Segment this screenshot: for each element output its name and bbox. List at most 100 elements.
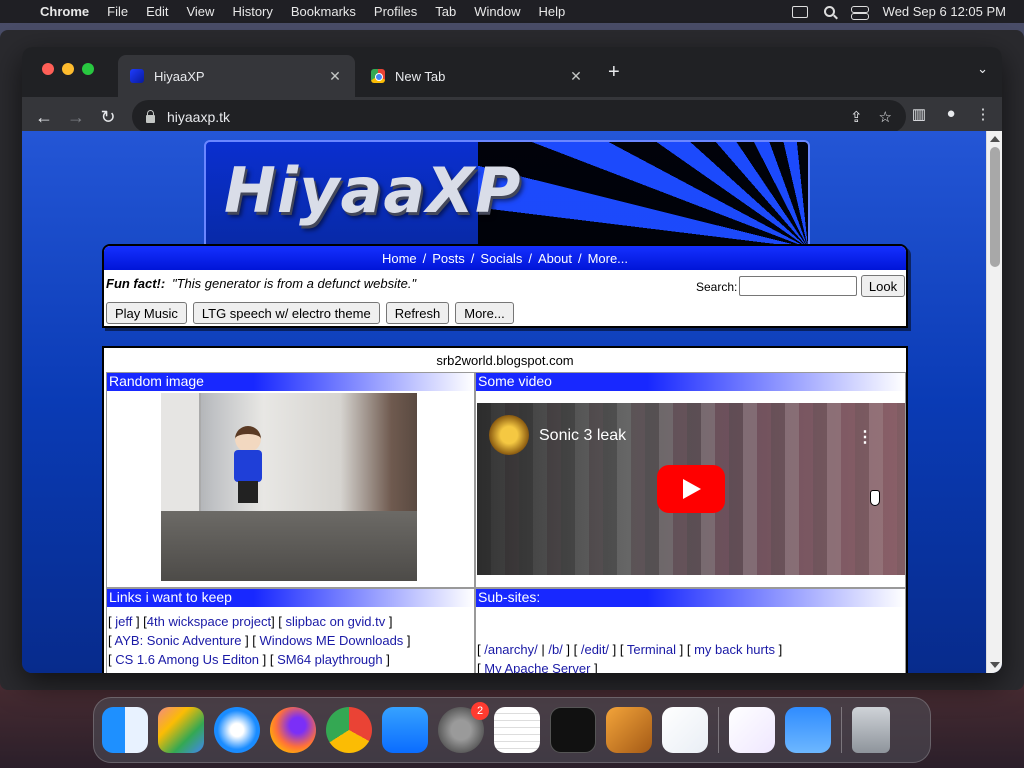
channel-avatar[interactable] [489, 415, 529, 455]
back-arrow-icon[interactable]: ← [28, 107, 60, 128]
search-input[interactable] [739, 276, 857, 296]
app-store-icon[interactable] [382, 707, 428, 753]
menu-tab[interactable]: Tab [435, 4, 456, 19]
link-sm64[interactable]: SM64 playthrough [277, 652, 383, 667]
control-center-icon[interactable] [850, 5, 869, 20]
video-header: Some video [476, 373, 905, 391]
chrome-favicon-icon [371, 69, 385, 83]
web-viewport: HiyaaXP Home / Posts / Socials / About / Mor… [22, 131, 1002, 673]
scroll-down-arrow-icon[interactable] [990, 662, 1000, 668]
subsite-edit[interactable]: /edit/ [581, 642, 609, 657]
subsites-header: Sub-sites: [476, 589, 905, 607]
close-tab-icon[interactable]: ✕ [568, 68, 584, 85]
garageband-icon[interactable] [606, 707, 652, 753]
video-menu-icon[interactable]: ⋮ [857, 427, 873, 447]
side-panel-icon[interactable]: ▥ [910, 105, 928, 123]
hand-cursor-icon [870, 490, 880, 506]
link-jeff[interactable]: jeff [115, 614, 132, 629]
page-scrollbar[interactable] [986, 131, 1002, 673]
forward-arrow-icon[interactable]: → [60, 107, 92, 128]
settings-badge: 2 [471, 702, 489, 720]
subsite-b[interactable]: /b/ [548, 642, 562, 657]
more-button[interactable]: More... [455, 302, 514, 324]
minimize-window-button[interactable] [62, 63, 74, 75]
visual-studio-icon[interactable] [729, 707, 775, 753]
menu-bookmarks[interactable]: Bookmarks [291, 4, 356, 19]
fullscreen-window-button[interactable] [82, 63, 94, 75]
menu-profiles[interactable]: Profiles [374, 4, 417, 19]
menu-window[interactable]: Window [474, 4, 520, 19]
link-wickspace[interactable]: 4th wickspace project [147, 614, 271, 629]
tab-new-tab[interactable]: New Tab ✕ [359, 55, 596, 97]
play-music-button[interactable]: Play Music [106, 302, 187, 324]
address-bar[interactable]: hiyaaxp.tk ⇪ ☆ [132, 100, 906, 133]
fun-fact-text: "This generator is from a defunct websit… [172, 276, 417, 291]
screen-mirroring-icon[interactable] [791, 5, 808, 18]
system-settings-icon[interactable]: 2 [438, 702, 489, 753]
floor [161, 511, 417, 581]
subsite-anarchy[interactable]: /anarchy/ [484, 642, 537, 657]
menu-view[interactable]: View [186, 4, 214, 19]
trash-icon[interactable] [852, 707, 890, 753]
subsite-apache[interactable]: My Apache Server [484, 661, 590, 673]
terminal-icon[interactable] [550, 707, 596, 753]
menu-edit[interactable]: Edit [146, 4, 168, 19]
chrome-icon[interactable] [326, 707, 372, 753]
scroll-thumb[interactable] [990, 147, 1000, 267]
profile-icon[interactable]: ● [942, 105, 960, 123]
new-tab-plus-icon[interactable]: + [608, 61, 620, 84]
lock-icon[interactable] [146, 109, 155, 123]
close-tab-icon[interactable]: ✕ [327, 68, 343, 85]
site-title: srb2world.blogspot.com [436, 353, 574, 368]
menu-file[interactable]: File [107, 4, 128, 19]
bookmark-star-icon[interactable]: ☆ [879, 108, 892, 126]
link-ayb-sonic[interactable]: AYB: Sonic Adventure [115, 633, 242, 648]
reload-icon[interactable]: ↻ [92, 107, 124, 128]
firefox-icon[interactable] [270, 707, 316, 753]
links-header: Links i want to keep [107, 589, 474, 607]
textedit-icon[interactable] [494, 707, 540, 753]
link-cs16[interactable]: CS 1.6 Among Us Editon [115, 652, 259, 667]
chrome-window: HiyaaXP ✕ New Tab ✕ + ⌄ ← → ↻ hiyaaxp.tk… [22, 47, 1002, 673]
kebab-menu-icon[interactable]: ⋮ [974, 105, 992, 123]
nav-socials[interactable]: Socials [480, 251, 522, 266]
link-windows-me[interactable]: Windows ME Downloads [260, 633, 404, 648]
link-slipbac[interactable]: slipbac on gvid.tv [286, 614, 386, 629]
refresh-button[interactable]: Refresh [385, 302, 450, 324]
vscode-icon[interactable] [662, 707, 708, 753]
subsite-terminal[interactable]: Terminal [627, 642, 676, 657]
youtube-embed[interactable]: Sonic 3 leak ⋮ [477, 403, 905, 575]
share-icon[interactable]: ⇪ [850, 108, 863, 126]
look-button[interactable]: Look [861, 275, 905, 297]
menu-history[interactable]: History [232, 4, 272, 19]
video-title[interactable]: Sonic 3 leak [539, 427, 626, 445]
menubar-datetime[interactable]: Wed Sep 6 12:05 PM [883, 4, 1006, 19]
fun-fact-label: Fun fact!: [106, 276, 166, 291]
menu-app-name[interactable]: Chrome [40, 4, 89, 19]
banner-rays [478, 142, 808, 244]
nav-more[interactable]: More... [588, 251, 628, 266]
top-panel: Home / Posts / Socials / About / More... Fun… [102, 244, 908, 328]
play-button-icon[interactable] [657, 465, 725, 513]
banner-logo: HiyaaXP [224, 154, 522, 227]
launchpad-icon[interactable] [158, 707, 204, 753]
window-controls [42, 63, 102, 75]
subsite-back-hurts[interactable]: my back hurts [694, 642, 775, 657]
url-text[interactable]: hiyaaxp.tk [167, 109, 230, 125]
nav-posts[interactable]: Posts [432, 251, 465, 266]
tab-hiyaaxp[interactable]: HiyaaXP ✕ [118, 55, 355, 97]
tab-search-chevron-icon[interactable]: ⌄ [977, 61, 988, 77]
subsites-row: [ My Apache Server ] [477, 661, 782, 673]
scroll-up-arrow-icon[interactable] [990, 136, 1000, 142]
search-label: Search: [696, 280, 738, 294]
spotlight-search-icon[interactable] [823, 6, 835, 17]
hiyaaxp-favicon-icon [130, 69, 144, 83]
close-window-button[interactable] [42, 63, 54, 75]
weather-icon[interactable] [785, 707, 831, 753]
safari-icon[interactable] [214, 707, 260, 753]
finder-icon[interactable] [102, 707, 148, 753]
nav-about[interactable]: About [538, 251, 572, 266]
menu-help[interactable]: Help [539, 4, 566, 19]
ltg-speech-button[interactable]: LTG speech w/ electro theme [192, 302, 380, 324]
nav-home[interactable]: Home [382, 251, 417, 266]
